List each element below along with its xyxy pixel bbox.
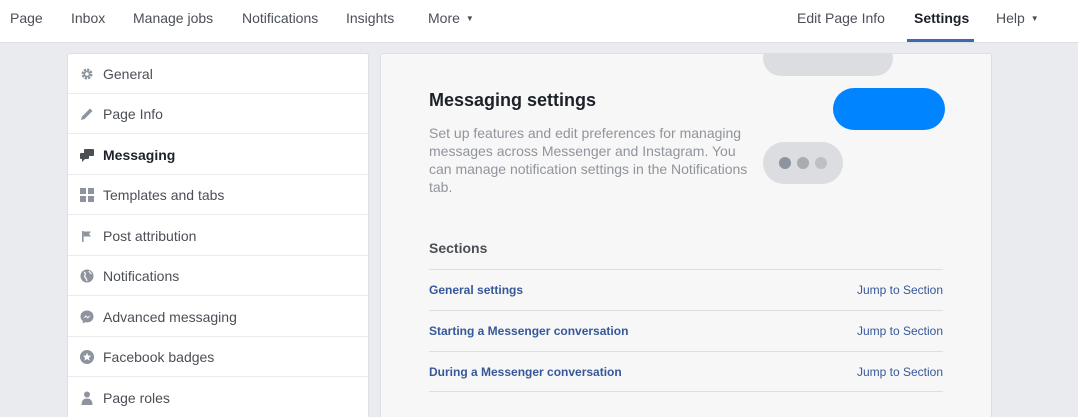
illustration-blue-bubble (833, 88, 945, 130)
caret-down-icon: ▼ (1030, 14, 1039, 23)
messenger-icon (80, 310, 94, 324)
sidebar-item-messaging[interactable]: Messaging (68, 135, 368, 175)
globe-icon (80, 269, 94, 283)
sidebar-item-templates-and-tabs[interactable]: Templates and tabs (68, 175, 368, 215)
section-row-general-settings: General settings Jump to Section (429, 269, 943, 310)
jump-to-section-link[interactable]: Jump to Section (857, 283, 943, 297)
nav-help[interactable]: Help ▼ (996, 0, 1039, 43)
sidebar-item-page-roles[interactable]: Page roles (68, 378, 368, 417)
nav-settings[interactable]: Settings (914, 0, 969, 43)
settings-sidebar: General Page Info Messaging Templates an… (67, 53, 369, 417)
section-row-during-conversation: During a Messenger conversation Jump to … (429, 351, 943, 392)
caret-down-icon: ▼ (465, 14, 474, 23)
star-badge-icon (80, 350, 94, 364)
nav-more-label: More (428, 10, 460, 26)
nav-manage-jobs[interactable]: Manage jobs (133, 0, 213, 43)
sidebar-item-label: Notifications (103, 268, 180, 284)
sidebar-item-advanced-messaging[interactable]: Advanced messaging (68, 297, 368, 337)
illustration-grey-bubble (763, 54, 893, 76)
illustration-typing-bubble (763, 142, 843, 184)
sidebar-item-notifications[interactable]: Notifications (68, 256, 368, 296)
person-icon (81, 391, 93, 405)
sidebar-item-page-info[interactable]: Page Info (68, 94, 368, 134)
chat-bubbles-icon (80, 149, 94, 162)
sidebar-item-label: Templates and tabs (103, 187, 225, 203)
section-link[interactable]: During a Messenger conversation (429, 365, 622, 379)
typing-dot (815, 157, 827, 169)
messaging-settings-panel: Messaging settings Set up features and e… (380, 53, 992, 417)
typing-dot (779, 157, 791, 169)
nav-insights[interactable]: Insights (346, 0, 394, 43)
jump-to-section-link[interactable]: Jump to Section (857, 324, 943, 338)
section-link[interactable]: Starting a Messenger conversation (429, 324, 628, 338)
nav-page[interactable]: Page (10, 0, 43, 43)
sections-heading: Sections (429, 240, 488, 256)
sidebar-item-label: Advanced messaging (103, 309, 237, 325)
section-row-starting-conversation: Starting a Messenger conversation Jump t… (429, 310, 943, 351)
sidebar-item-general[interactable]: General (68, 54, 368, 94)
sidebar-item-label: General (103, 66, 153, 82)
gear-icon (81, 68, 93, 80)
typing-dot (797, 157, 809, 169)
nav-edit-page-info[interactable]: Edit Page Info (797, 0, 885, 43)
page-description: Set up features and edit preferences for… (429, 125, 748, 195)
sidebar-item-facebook-badges[interactable]: Facebook badges (68, 337, 368, 377)
sidebar-item-label: Page Info (103, 106, 163, 122)
sidebar-item-post-attribution[interactable]: Post attribution (68, 216, 368, 256)
nav-more[interactable]: More ▼ (428, 0, 474, 43)
nav-help-label: Help (996, 10, 1025, 26)
nav-inbox[interactable]: Inbox (71, 0, 105, 43)
top-navigation: Page Inbox Manage jobs Notifications Ins… (0, 0, 1078, 43)
active-tab-indicator (907, 39, 974, 42)
page-title: Messaging settings (429, 90, 597, 110)
sidebar-item-label: Post attribution (103, 228, 197, 244)
grid-icon (80, 188, 94, 202)
nav-notifications[interactable]: Notifications (242, 0, 318, 43)
section-link[interactable]: General settings (429, 283, 523, 297)
flag-icon (82, 231, 91, 242)
jump-to-section-link[interactable]: Jump to Section (857, 365, 943, 379)
sidebar-item-label: Facebook badges (103, 349, 215, 365)
sidebar-item-label: Page roles (103, 390, 170, 406)
pencil-icon (81, 108, 93, 120)
sidebar-item-label: Messaging (103, 147, 176, 163)
